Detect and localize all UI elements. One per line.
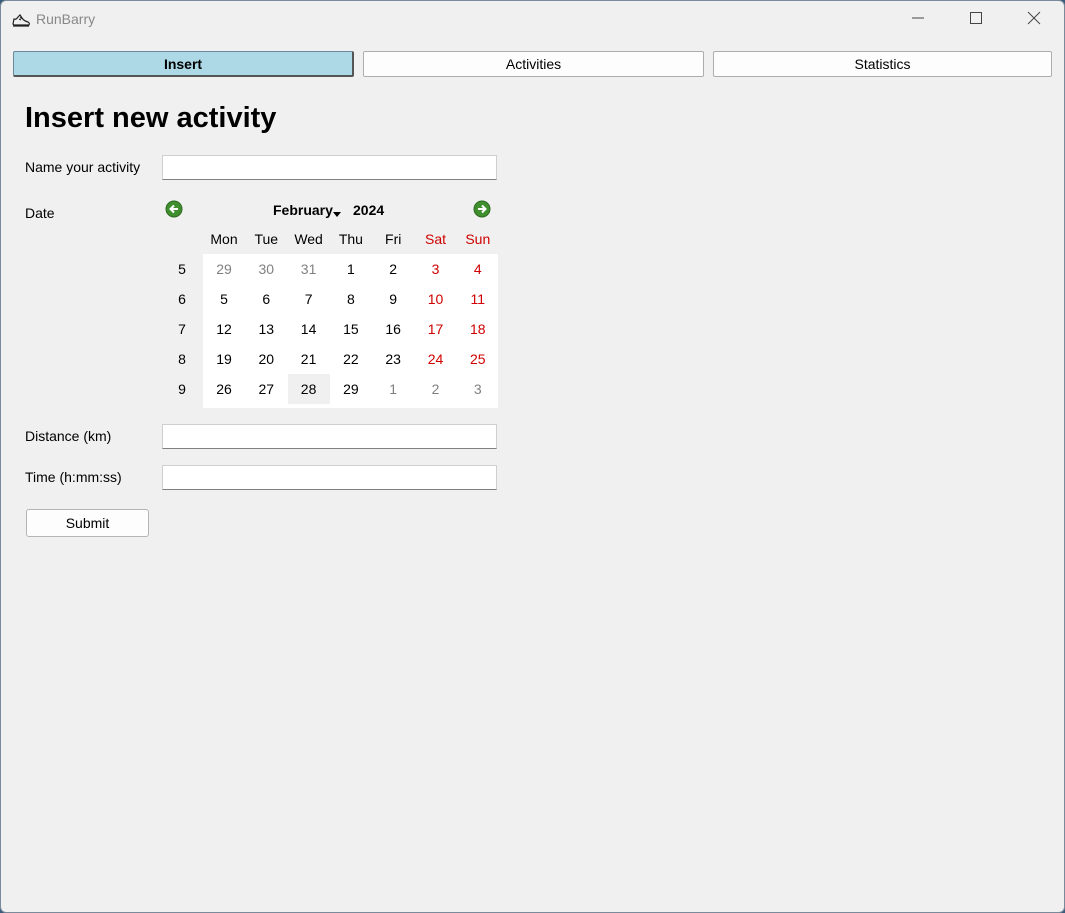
- weekday-header: Thu: [338, 231, 363, 247]
- maximize-button[interactable]: [947, 1, 1005, 39]
- tab-activities[interactable]: Activities: [363, 51, 704, 77]
- calendar-day[interactable]: 16: [372, 314, 414, 344]
- calendar-grid: Mon Tue Wed Thu Fri Sat Sun 5 29 30 31 1 2 3 4 6 5 6 7 8 9 10…: [161, 224, 498, 408]
- calendar-day[interactable]: 10: [415, 284, 457, 314]
- calendar-day[interactable]: 21: [288, 344, 330, 374]
- calendar-day[interactable]: 25: [457, 344, 499, 374]
- calendar-day[interactable]: 2: [415, 374, 457, 404]
- calendar-day[interactable]: 27: [245, 374, 287, 404]
- submit-button[interactable]: Submit: [26, 509, 149, 537]
- calendar-day[interactable]: 28: [287, 374, 330, 404]
- calendar-day[interactable]: 23: [372, 344, 414, 374]
- title-bar[interactable]: RunBarry: [1, 1, 1064, 39]
- minimize-icon: [912, 11, 924, 29]
- calendar-day[interactable]: 7: [288, 284, 330, 314]
- window-title: RunBarry: [36, 11, 96, 27]
- week-number: 5: [178, 261, 186, 277]
- week-number: 7: [178, 321, 186, 337]
- time-input[interactable]: [162, 465, 497, 490]
- calendar-day[interactable]: 20: [245, 344, 287, 374]
- calendar-day[interactable]: 8: [330, 284, 372, 314]
- maximize-icon: [970, 11, 982, 29]
- activity-name-input[interactable]: [162, 155, 497, 180]
- distance-input[interactable]: [162, 424, 497, 449]
- weekday-header: Wed: [294, 231, 323, 247]
- date-label: Date: [25, 205, 55, 221]
- calendar-day[interactable]: 11: [457, 284, 499, 314]
- calendar-month-select[interactable]: February: [273, 202, 333, 218]
- time-label: Time (h:mm:ss): [25, 469, 122, 485]
- minimize-button[interactable]: [889, 1, 947, 39]
- calendar-day[interactable]: 14: [288, 314, 330, 344]
- calendar-day[interactable]: 2: [372, 254, 414, 284]
- calendar-day[interactable]: 24: [415, 344, 457, 374]
- calendar-day[interactable]: 22: [330, 344, 372, 374]
- weekday-header: Fri: [385, 231, 402, 247]
- calendar-day[interactable]: 30: [245, 254, 287, 284]
- calendar-day[interactable]: 3: [457, 374, 499, 404]
- calendar-day[interactable]: 17: [415, 314, 457, 344]
- week-number: 6: [178, 291, 186, 307]
- calendar-day[interactable]: 15: [330, 314, 372, 344]
- calendar-day[interactable]: 26: [203, 374, 245, 404]
- weekday-header: Sun: [465, 231, 491, 247]
- calendar-day[interactable]: 9: [372, 284, 414, 314]
- weekday-header: Mon: [210, 231, 238, 247]
- calendar-day[interactable]: 31: [288, 254, 330, 284]
- calendar-day[interactable]: 1: [330, 254, 372, 284]
- calendar-year-spinner[interactable]: 2024: [353, 202, 384, 218]
- calendar-day[interactable]: 6: [245, 284, 287, 314]
- week-number: 8: [178, 351, 186, 367]
- running-shoe-icon: [11, 11, 31, 29]
- calendar-day[interactable]: 29: [203, 254, 245, 284]
- calendar-header: February 2024: [161, 196, 498, 224]
- next-month-icon[interactable]: [473, 200, 491, 218]
- date-calendar[interactable]: February 2024 Mon Tue Wed Thu Fri Sat Sun 5 29 30…: [161, 196, 498, 408]
- distance-label: Distance (km): [25, 428, 112, 444]
- week-number: 9: [178, 381, 186, 397]
- close-icon: [1027, 11, 1041, 30]
- calendar-day[interactable]: 12: [203, 314, 245, 344]
- weekday-header: Tue: [254, 231, 279, 247]
- close-button[interactable]: [1005, 1, 1063, 39]
- activity-name-label: Name your activity: [25, 159, 141, 175]
- app-window: RunBarry Insert Activities Statistics In…: [0, 0, 1065, 913]
- calendar-day[interactable]: 18: [457, 314, 499, 344]
- calendar-day[interactable]: 29: [330, 374, 372, 404]
- tab-statistics[interactable]: Statistics: [713, 51, 1052, 77]
- calendar-day[interactable]: 5: [203, 284, 245, 314]
- tab-insert[interactable]: Insert: [13, 51, 354, 77]
- previous-month-icon[interactable]: [165, 200, 183, 218]
- calendar-day[interactable]: 19: [203, 344, 245, 374]
- chevron-down-icon[interactable]: [333, 212, 341, 217]
- calendar-day[interactable]: 3: [415, 254, 457, 284]
- weekday-header: Sat: [424, 231, 446, 247]
- page-title: Insert new activity: [25, 102, 277, 134]
- calendar-day[interactable]: 13: [245, 314, 287, 344]
- calendar-day[interactable]: 1: [372, 374, 414, 404]
- calendar-day[interactable]: 4: [457, 254, 499, 284]
